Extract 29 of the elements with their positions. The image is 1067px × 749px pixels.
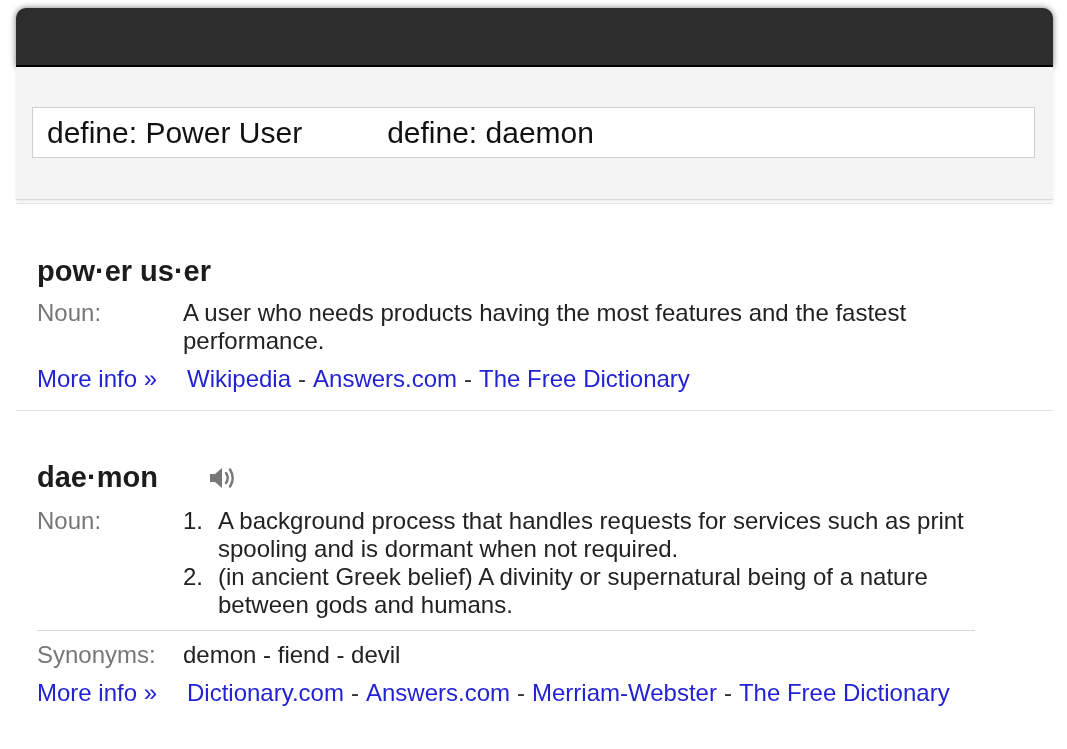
source-link[interactable]: Wikipedia <box>187 365 292 393</box>
definition-number: 2. <box>183 563 204 592</box>
link-separator: - <box>298 365 307 393</box>
source-link[interactable]: Answers.com <box>365 679 510 707</box>
definition-text: A background process that handles requests for services such as print spooling and is dormant when not required. <box>218 507 965 563</box>
source-link[interactable]: Dictionary.com <box>187 679 344 707</box>
link-separator: - <box>517 679 525 707</box>
link-separator: - <box>350 679 359 707</box>
search-field[interactable]: define: Power User define: daemon <box>32 107 1035 158</box>
source-link[interactable]: Answers.com <box>313 365 458 393</box>
search-query: define: Power User <box>47 115 303 151</box>
link-separator: - <box>464 365 473 393</box>
definition-number: 1. <box>183 507 204 536</box>
search-query: define: daemon <box>387 115 594 151</box>
more-info-link[interactable]: More info » <box>37 365 183 393</box>
headword: dae·mon <box>37 461 158 493</box>
more-info-link[interactable]: More info » <box>37 679 183 707</box>
speaker-icon[interactable] <box>208 466 236 490</box>
source-link[interactable]: Merriam-Webster <box>532 679 717 707</box>
definition-text: (in ancient Greek belief) A divinity or supernatural being of a nature between gods and humans. <box>218 563 929 619</box>
synonyms-label: Synonyms: <box>37 641 157 669</box>
source-link[interactable]: The Free Dictionary <box>738 679 950 707</box>
synonyms-text: demon - fiend - devil <box>183 641 401 669</box>
source-link[interactable]: The Free Dictionary <box>479 365 690 393</box>
headword: pow·er us·er <box>37 255 212 287</box>
part-of-speech-label: Noun: <box>37 299 103 328</box>
link-separator: - <box>723 679 732 707</box>
definition-text: A user who needs products having the most features and the fastest performance. <box>183 299 908 355</box>
part-of-speech-label: Noun: <box>37 507 103 536</box>
